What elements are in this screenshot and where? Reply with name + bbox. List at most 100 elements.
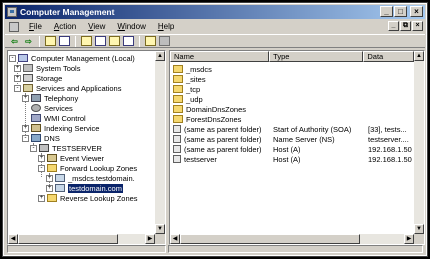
- tree-item-services-and-applications[interactable]: - Services and Applications: [14, 83, 121, 93]
- back-icon[interactable]: ⇦: [9, 36, 20, 46]
- scroll-right-arrow-icon[interactable]: ▶: [404, 234, 414, 244]
- list-item[interactable]: (same as parent folder) Start of Authori…: [170, 124, 416, 134]
- tree-item-event-viewer[interactable]: + Event Viewer: [38, 153, 104, 163]
- computer-management-icon: [7, 7, 17, 17]
- scroll-up-arrow-icon[interactable]: ▲: [155, 51, 165, 61]
- child-restore-button[interactable]: ⧉: [400, 21, 411, 31]
- mdi-child-icon[interactable]: [9, 21, 19, 32]
- tree-item-label: Services: [44, 103, 73, 113]
- tree-item-label: Indexing Service: [44, 123, 100, 133]
- menu-action[interactable]: Action: [48, 22, 82, 31]
- column-header-name[interactable]: Name: [170, 51, 270, 62]
- scroll-left-arrow-icon[interactable]: ◀: [8, 234, 18, 244]
- list-item[interactable]: (same as parent folder) Name Server (NS)…: [170, 134, 416, 144]
- zone-icon: [55, 174, 65, 182]
- tree-item-telephony[interactable]: + Telephony: [22, 93, 78, 103]
- expand-icon[interactable]: +: [22, 124, 29, 132]
- menu-help[interactable]: Help: [152, 22, 180, 31]
- collapse-icon[interactable]: -: [14, 84, 21, 92]
- tree-item-label: Storage: [36, 73, 63, 83]
- export-icon[interactable]: [95, 36, 106, 46]
- list-item[interactable]: ForestDnsZones: [170, 114, 416, 124]
- list-horizontal-scrollbar[interactable]: ◀ ▶: [170, 234, 414, 244]
- list-hscroll-thumb[interactable]: [180, 234, 360, 244]
- tree-item-testdomain-zone[interactable]: + testdomain.com: [46, 183, 123, 193]
- expand-icon[interactable]: +: [46, 184, 53, 192]
- tree-item-services[interactable]: Services: [22, 103, 73, 113]
- help-icon[interactable]: [123, 36, 134, 46]
- tree-item-computer-management[interactable]: - Computer Management (Local): [9, 53, 135, 63]
- record-name: DomainDnsZones: [186, 104, 247, 114]
- folder-icon: [47, 164, 57, 172]
- show-tree-icon[interactable]: [59, 36, 70, 46]
- list-item[interactable]: DomainDnsZones: [170, 104, 416, 114]
- maximize-button[interactable]: □: [394, 6, 407, 17]
- folder-icon: [173, 65, 183, 73]
- child-minimize-button[interactable]: _: [388, 21, 399, 31]
- scroll-up-arrow-icon[interactable]: ▲: [414, 51, 424, 61]
- scroll-down-arrow-icon[interactable]: ▼: [155, 224, 165, 234]
- expand-icon[interactable]: +: [38, 194, 45, 202]
- collapse-icon[interactable]: -: [30, 144, 37, 152]
- scroll-down-arrow-icon[interactable]: ▼: [414, 224, 424, 234]
- menu-window[interactable]: Window: [111, 22, 151, 31]
- details-list[interactable]: Name Type Data _msdcs _sites _tcp _udp D…: [169, 50, 425, 245]
- services-gear-icon: [31, 104, 41, 112]
- tree-item-msdcs-zone[interactable]: + _msdcs.testdomain.: [46, 173, 135, 183]
- list-vertical-scrollbar[interactable]: ▲ ▼: [414, 51, 424, 234]
- collapse-icon[interactable]: -: [22, 134, 29, 142]
- tree-item-testserver[interactable]: - TESTSERVER: [30, 143, 102, 153]
- tree-item-storage[interactable]: + Storage: [14, 73, 62, 83]
- list-item[interactable]: _sites: [170, 74, 416, 84]
- folder-icon: [173, 75, 183, 83]
- tree-item-wmi-control[interactable]: WMI Control: [22, 113, 86, 123]
- properties-icon[interactable]: [109, 36, 120, 46]
- expand-icon[interactable]: +: [38, 154, 45, 162]
- expand-icon[interactable]: +: [46, 174, 53, 182]
- server-icon: [39, 144, 49, 152]
- tree-item-dns[interactable]: - DNS: [22, 133, 60, 143]
- forward-icon[interactable]: ⇨: [23, 36, 34, 46]
- list-item[interactable]: _tcp: [170, 84, 416, 94]
- console-tree[interactable]: - Computer Management (Local) + System T…: [7, 50, 166, 245]
- menu-view[interactable]: View: [82, 22, 111, 31]
- new-record-icon[interactable]: [145, 36, 156, 46]
- status-panel: [168, 245, 423, 253]
- storage-icon: [23, 74, 33, 82]
- folder-icon: [47, 194, 57, 202]
- list-item[interactable]: _udp: [170, 94, 416, 104]
- close-button[interactable]: ×: [410, 6, 423, 17]
- tree-item-indexing-service[interactable]: + Indexing Service: [22, 123, 99, 133]
- up-folder-icon[interactable]: [45, 36, 56, 46]
- menu-file[interactable]: File: [23, 22, 48, 31]
- tree-item-reverse-lookup-zones[interactable]: + Reverse Lookup Zones: [38, 193, 138, 203]
- list-item[interactable]: _msdcs: [170, 64, 416, 74]
- list-item[interactable]: testserver Host (A) 192.168.1.50: [170, 154, 416, 164]
- list-item[interactable]: (same as parent folder) Host (A) 192.168…: [170, 144, 416, 154]
- collapse-icon[interactable]: -: [38, 164, 45, 172]
- record-name: testserver: [184, 154, 217, 164]
- window-title: Computer Management: [20, 7, 115, 17]
- child-close-button[interactable]: ×: [412, 21, 423, 31]
- collapse-icon[interactable]: -: [9, 54, 16, 62]
- expand-icon[interactable]: +: [22, 94, 29, 102]
- record-name: (same as parent folder): [184, 124, 262, 134]
- scroll-left-arrow-icon[interactable]: ◀: [170, 234, 180, 244]
- record-type: Name Server (NS): [273, 134, 335, 144]
- tree-hscroll-thumb[interactable]: [18, 234, 118, 244]
- tree-horizontal-scrollbar[interactable]: ◀ ▶: [8, 234, 155, 244]
- title-bar[interactable]: Computer Management _ □ ×: [5, 5, 425, 19]
- tree-vertical-scrollbar[interactable]: ▲ ▼: [155, 51, 165, 234]
- delete-record-icon[interactable]: [159, 36, 170, 46]
- refresh-icon[interactable]: [81, 36, 92, 46]
- minimize-button[interactable]: _: [380, 6, 393, 17]
- tree-item-system-tools[interactable]: + System Tools: [14, 63, 80, 73]
- column-header-data[interactable]: Data: [363, 51, 414, 62]
- expand-icon[interactable]: +: [14, 64, 21, 72]
- tree-item-label-selected: testdomain.com: [68, 183, 123, 193]
- expand-icon[interactable]: +: [14, 74, 21, 82]
- tree-item-forward-lookup-zones[interactable]: - Forward Lookup Zones: [38, 163, 137, 173]
- scroll-right-arrow-icon[interactable]: ▶: [145, 234, 155, 244]
- record-data: 192.168.1.50: [368, 144, 412, 154]
- column-header-type[interactable]: Type: [269, 51, 364, 62]
